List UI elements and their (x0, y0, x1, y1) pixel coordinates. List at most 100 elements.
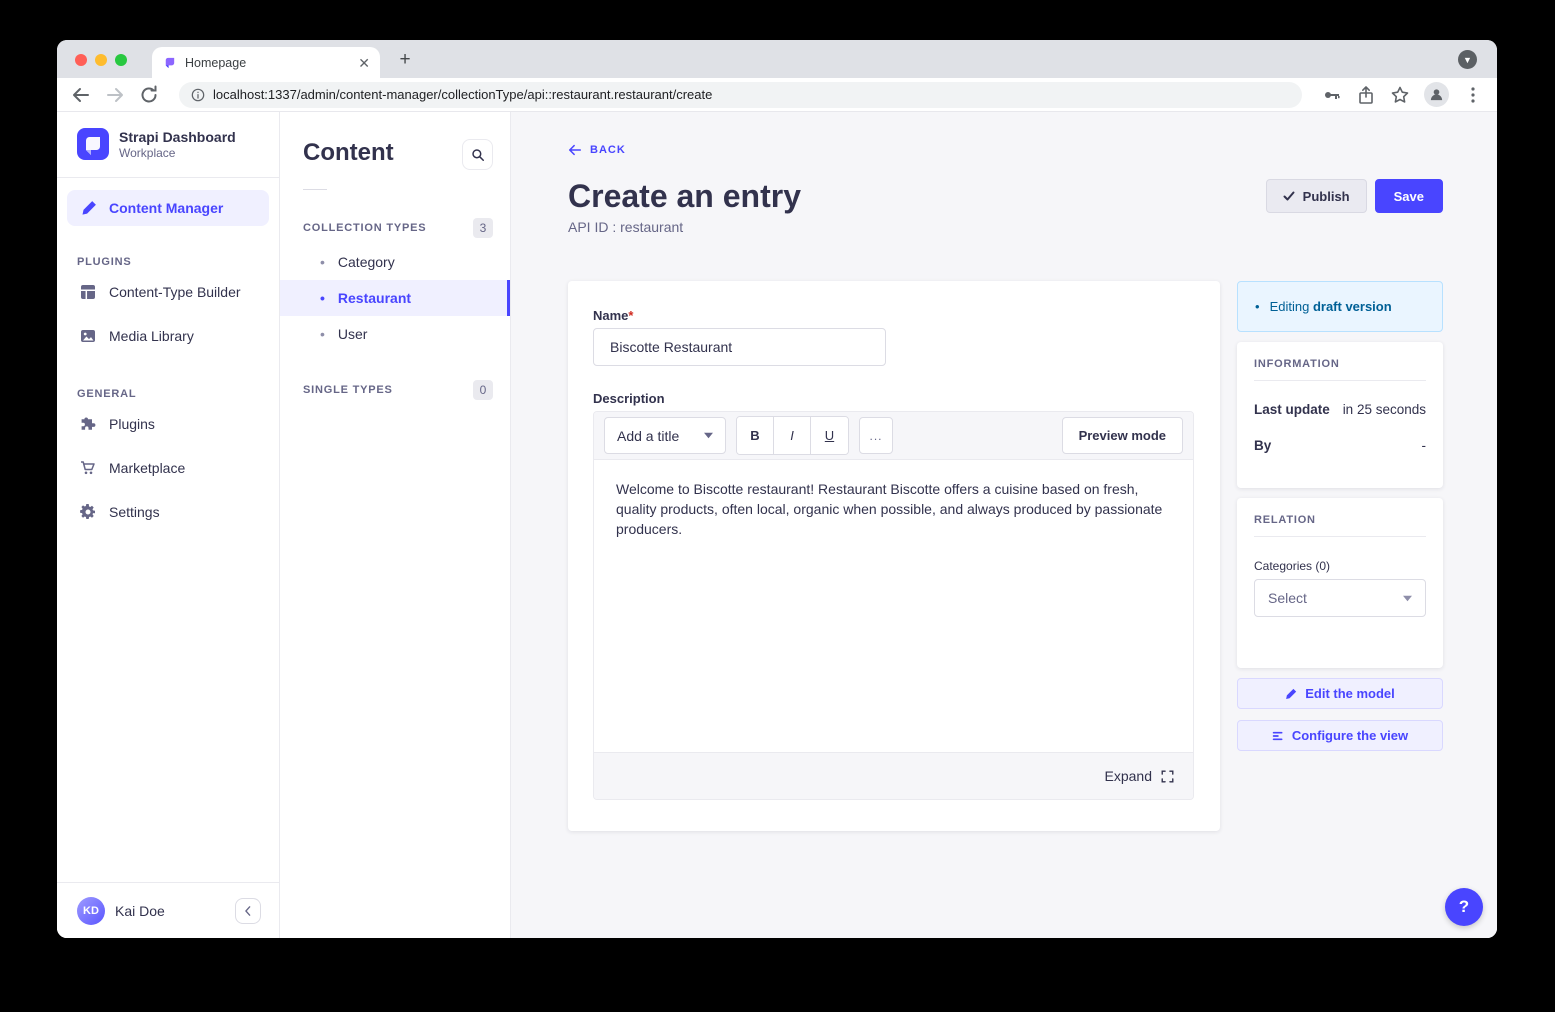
italic-button[interactable]: I (774, 417, 811, 454)
api-id-subtitle: API ID : restaurant (568, 219, 1443, 235)
help-button[interactable]: ? (1445, 888, 1483, 926)
strapi-app: Strapi Dashboard Workplace Content Manag… (57, 112, 1497, 938)
bold-button[interactable]: B (737, 417, 774, 454)
collection-item-label: User (338, 326, 368, 342)
edit-pencil-icon (81, 200, 97, 216)
more-options-button[interactable]: ... (859, 417, 893, 454)
by-label: By (1254, 438, 1271, 453)
preview-mode-button[interactable]: Preview mode (1062, 417, 1183, 454)
save-button[interactable]: Save (1375, 179, 1443, 213)
image-icon (80, 328, 96, 344)
cart-icon (80, 460, 96, 476)
browser-toolbar: localhost:1337/admin/content-manager/col… (57, 78, 1497, 112)
edit-model-label: Edit the model (1305, 686, 1395, 701)
tab-title: Homepage (185, 56, 350, 70)
entry-side-column: • Editing draft version INFORMATION Last… (1237, 281, 1443, 831)
expand-button[interactable]: Expand (1105, 768, 1174, 784)
browser-profile-avatar[interactable] (1424, 82, 1449, 107)
sidebar-item-settings[interactable]: Settings (57, 490, 279, 534)
main-sidebar: Strapi Dashboard Workplace Content Manag… (57, 112, 280, 938)
workspace-header[interactable]: Strapi Dashboard Workplace (57, 112, 279, 178)
draft-status-banner: • Editing draft version (1237, 281, 1443, 332)
tab-search-icon[interactable]: ▼ (1458, 50, 1477, 69)
collection-types-label: COLLECTION TYPES (303, 222, 426, 234)
new-tab-button[interactable]: + (392, 47, 418, 73)
description-textarea[interactable]: Welcome to Biscotte restaurant! Restaura… (594, 459, 1193, 753)
close-window-button[interactable] (75, 54, 87, 66)
name-field-label: Name* (593, 308, 1194, 323)
collapse-sidebar-button[interactable] (235, 898, 261, 924)
sidebar-user-footer[interactable]: KD Kai Doe (57, 882, 279, 938)
browser-tab[interactable]: Homepage ✕ (152, 47, 380, 78)
name-input[interactable] (593, 328, 886, 366)
minimize-window-button[interactable] (95, 54, 107, 66)
draft-status-text: Editing draft version (1270, 299, 1392, 314)
forward-icon[interactable] (105, 85, 125, 105)
gear-icon (80, 504, 96, 520)
sidebar-item-content-type-builder[interactable]: Content-Type Builder (57, 270, 279, 314)
site-info-icon[interactable] (191, 88, 205, 102)
sidebar-item-label: Media Library (109, 328, 194, 344)
back-label: BACK (590, 144, 626, 156)
last-update-value: in 25 seconds (1343, 402, 1426, 417)
sidebar-item-label: Settings (109, 504, 160, 520)
description-field-label: Description (593, 391, 1194, 406)
divider (1254, 380, 1426, 381)
check-icon (1283, 190, 1295, 202)
sidebar-item-media-library[interactable]: Media Library (57, 314, 279, 358)
chevron-down-icon (1403, 594, 1412, 603)
categories-field-label: Categories (0) (1254, 559, 1426, 573)
sidebar-item-label: Marketplace (109, 460, 185, 476)
entry-form-row: Name* Description Add a title B I (568, 281, 1443, 831)
expand-icon (1161, 770, 1174, 783)
user-avatar[interactable]: KD (77, 897, 105, 925)
password-key-icon[interactable] (1322, 85, 1342, 105)
by-value: - (1422, 438, 1427, 453)
chevron-down-icon (704, 431, 713, 440)
categories-select-placeholder: Select (1268, 590, 1307, 606)
back-link[interactable]: BACK (568, 143, 626, 157)
single-types-count: 0 (473, 380, 493, 400)
editor-footer: Expand (594, 753, 1193, 799)
reload-icon[interactable] (139, 85, 159, 105)
configure-view-button[interactable]: Configure the view (1237, 720, 1443, 751)
bullet-icon: • (320, 326, 325, 342)
page-header: Create an entry Publish Save (568, 178, 1443, 214)
title-style-value: Add a title (617, 428, 679, 444)
relation-card: RELATION Categories (0) Select (1237, 498, 1443, 668)
main-content: BACK Create an entry Publish Save API ID… (511, 112, 1497, 938)
description-editor: Add a title B I U ... Preview mode We (593, 411, 1194, 800)
collection-item-user[interactable]: • User (280, 316, 510, 352)
categories-select[interactable]: Select (1254, 579, 1426, 617)
tab-close-icon[interactable]: ✕ (358, 56, 370, 70)
browser-menu-icon[interactable] (1463, 85, 1483, 105)
maximize-window-button[interactable] (115, 54, 127, 66)
last-update-row: Last update in 25 seconds (1254, 402, 1426, 417)
single-types-label: SINGLE TYPES (303, 384, 393, 396)
single-types-header: SINGLE TYPES 0 (280, 352, 510, 406)
bookmark-star-icon[interactable] (1390, 85, 1410, 105)
content-panel: Content COLLECTION TYPES 3 • Category • … (280, 112, 511, 938)
collection-item-restaurant[interactable]: • Restaurant (280, 280, 510, 316)
underline-button[interactable]: U (811, 417, 848, 454)
search-button[interactable] (462, 139, 493, 170)
collection-item-category[interactable]: • Category (280, 244, 510, 280)
edit-pencil-icon (1285, 688, 1297, 700)
publish-button[interactable]: Publish (1266, 179, 1367, 213)
entry-form-card: Name* Description Add a title B I (568, 281, 1220, 831)
share-icon[interactable] (1356, 85, 1376, 105)
sidebar-item-marketplace[interactable]: Marketplace (57, 446, 279, 490)
last-update-label: Last update (1254, 402, 1330, 417)
bullet-icon: • (320, 290, 325, 306)
sidebar-item-content-manager[interactable]: Content Manager (67, 190, 269, 226)
strapi-logo (77, 128, 109, 160)
collection-item-label: Category (338, 254, 395, 270)
edit-model-button[interactable]: Edit the model (1237, 678, 1443, 709)
url-bar[interactable]: localhost:1337/admin/content-manager/col… (179, 82, 1302, 108)
sidebar-item-label: Content-Type Builder (109, 284, 241, 300)
sidebar-item-plugins[interactable]: Plugins (57, 402, 279, 446)
save-label: Save (1394, 189, 1424, 204)
back-icon[interactable] (71, 85, 91, 105)
title-style-select[interactable]: Add a title (604, 417, 726, 454)
browser-tab-strip: Homepage ✕ + ▼ (57, 40, 1497, 78)
